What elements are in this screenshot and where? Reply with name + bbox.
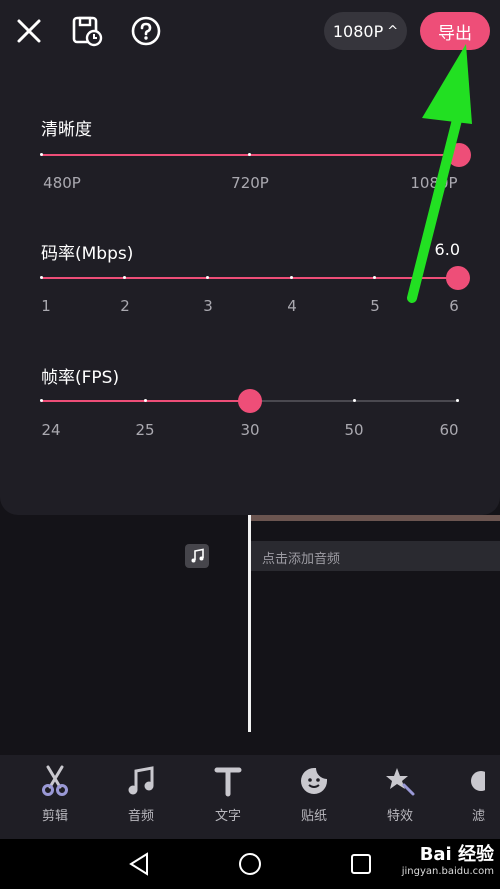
watermark-url: jingyan.baidu.com	[401, 866, 494, 877]
framerate-tick-label: 60	[439, 421, 459, 439]
toolbar-item-label: 剪辑	[41, 809, 68, 824]
close-icon	[17, 19, 41, 43]
toolbar-item-label: 音频	[127, 809, 154, 824]
bitrate-slider-fill	[42, 277, 459, 279]
back-button[interactable]	[128, 852, 150, 880]
framerate-stop	[144, 399, 147, 402]
clarity-tick-label: 720P	[231, 174, 269, 192]
toolbar-item-label: 特效	[386, 809, 413, 824]
scissors-icon	[42, 765, 68, 796]
add-audio-label: 点击添加音频	[262, 552, 341, 567]
sticker-icon	[301, 768, 327, 794]
framerate-stop	[353, 399, 356, 402]
bitrate-tick-label: 4	[287, 297, 297, 315]
bitrate-stop	[290, 276, 293, 279]
framerate-stop	[456, 399, 459, 402]
toolbar-item-edit[interactable]: 剪辑	[25, 763, 85, 824]
text-icon	[214, 767, 242, 797]
toolbar-item-effects[interactable]: 特效	[370, 763, 430, 824]
clarity-stop	[248, 153, 251, 156]
recents-square-icon	[351, 854, 371, 874]
toolbar-item-label: 文字	[214, 809, 241, 824]
home-circle-icon	[239, 853, 261, 875]
framerate-tick-label: 50	[344, 421, 364, 439]
toolbar-item-label: 贴纸	[300, 809, 327, 824]
framerate-tick-label: 25	[135, 421, 155, 439]
effects-star-icon	[386, 768, 415, 796]
annotation-arrow	[407, 44, 472, 303]
framerate-tick-label: 24	[41, 421, 61, 439]
back-triangle-icon	[129, 852, 148, 876]
bitrate-tick-label: 1	[41, 297, 51, 315]
save-clock-icon	[72, 16, 103, 47]
toolbar-item-sticker[interactable]: 贴纸	[284, 763, 344, 824]
clarity-stop	[40, 153, 43, 156]
framerate-stop	[40, 399, 43, 402]
home-button[interactable]	[238, 852, 262, 880]
music-note-icon	[128, 766, 154, 795]
close-button[interactable]	[14, 16, 44, 46]
bitrate-tick-label: 3	[203, 297, 213, 315]
toolbar-item-text[interactable]: 文字	[198, 763, 258, 824]
chevron-up-icon: ^	[387, 23, 399, 39]
bitrate-stop	[206, 276, 209, 279]
recents-button[interactable]	[350, 853, 372, 879]
clarity-tick-label: 480P	[43, 174, 81, 192]
bitrate-slider[interactable]	[40, 266, 470, 291]
audio-track-button[interactable]	[185, 544, 209, 568]
clarity-slider[interactable]	[40, 143, 471, 168]
resolution-dropdown[interactable]: 1080P ^	[324, 12, 407, 50]
bitrate-stop	[40, 276, 43, 279]
watermark: Bai 经验 jingyan.baidu.com	[402, 840, 494, 877]
filter-icon	[471, 771, 485, 791]
music-note-icon	[191, 548, 204, 563]
watermark-brand: Bai 经验	[419, 844, 494, 865]
framerate-slider[interactable]	[40, 389, 460, 414]
bitrate-tick-label: 2	[120, 297, 130, 315]
toolbar-item-filter[interactable]: 滤	[455, 763, 500, 824]
video-clip-strip[interactable]	[251, 515, 500, 521]
framerate-title: 帧率(FPS)	[41, 368, 120, 388]
bitrate-stop	[123, 276, 126, 279]
help-button[interactable]	[130, 15, 162, 47]
framerate-tick-label: 30	[240, 421, 260, 439]
toolbar-item-label: 滤	[472, 809, 486, 824]
toolbar-item-audio[interactable]: 音频	[111, 763, 171, 824]
bitrate-tick-label: 5	[370, 297, 380, 315]
clarity-title: 清晰度	[41, 120, 92, 140]
resolution-value: 1080P	[332, 21, 384, 41]
save-draft-button[interactable]	[70, 14, 104, 48]
bitrate-title: 码率(Mbps)	[41, 244, 134, 264]
bitrate-stop	[373, 276, 376, 279]
help-icon	[131, 16, 161, 46]
framerate-slider-thumb[interactable]	[238, 389, 262, 413]
